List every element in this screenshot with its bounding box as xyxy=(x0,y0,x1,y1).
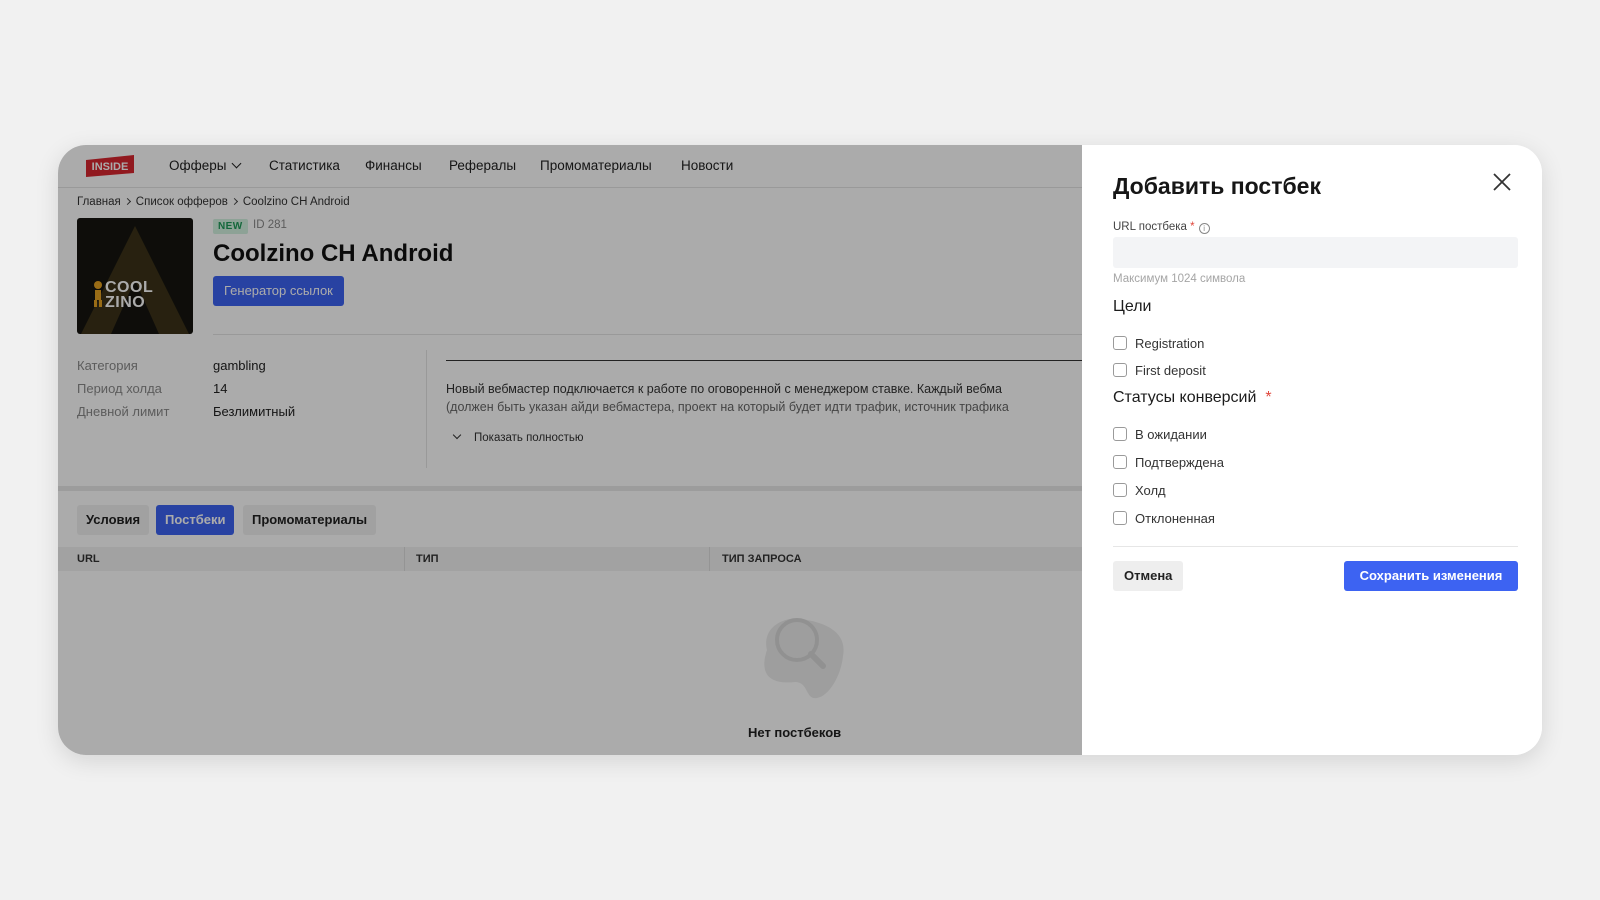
statuses-title: Статусы конверсий * xyxy=(1113,389,1272,406)
modal-overlay[interactable] xyxy=(58,145,1082,755)
goal-registration-checkbox[interactable]: Registration xyxy=(1113,335,1204,351)
required-mark: * xyxy=(1190,221,1195,233)
app-window: INSIDE Офферы Статистика Финансы Реферал… xyxy=(58,145,1542,755)
checkbox-box[interactable] xyxy=(1113,427,1127,441)
status-hold-checkbox[interactable]: Холд xyxy=(1113,482,1166,498)
checkbox-box[interactable] xyxy=(1113,455,1127,469)
divider xyxy=(1113,546,1518,547)
required-mark: * xyxy=(1265,389,1272,406)
goals-title: Цели xyxy=(1113,298,1152,315)
add-postback-drawer: Добавить постбек URL постбека * i Максиму… xyxy=(1082,145,1542,755)
info-icon[interactable]: i xyxy=(1198,223,1210,234)
status-confirmed-checkbox[interactable]: Подтверждена xyxy=(1113,454,1224,470)
url-hint: Максимум 1024 символа xyxy=(1113,273,1246,285)
goal-first-deposit-checkbox[interactable]: First deposit xyxy=(1113,362,1206,378)
drawer-title: Добавить постбек xyxy=(1113,173,1321,199)
cancel-button[interactable]: Отмена xyxy=(1113,561,1184,591)
url-field-label: URL постбека * i xyxy=(1113,221,1210,234)
checkbox-box[interactable] xyxy=(1113,336,1127,350)
checkbox-box[interactable] xyxy=(1113,363,1127,377)
status-rejected-checkbox[interactable]: Отклоненная xyxy=(1113,510,1215,526)
checkbox-box[interactable] xyxy=(1113,483,1127,497)
save-changes-button[interactable]: Сохранить изменения xyxy=(1344,561,1518,591)
status-pending-checkbox[interactable]: В ожидании xyxy=(1113,426,1207,442)
close-icon[interactable] xyxy=(1490,170,1514,194)
checkbox-box[interactable] xyxy=(1113,511,1127,525)
postback-url-input[interactable] xyxy=(1113,237,1518,268)
